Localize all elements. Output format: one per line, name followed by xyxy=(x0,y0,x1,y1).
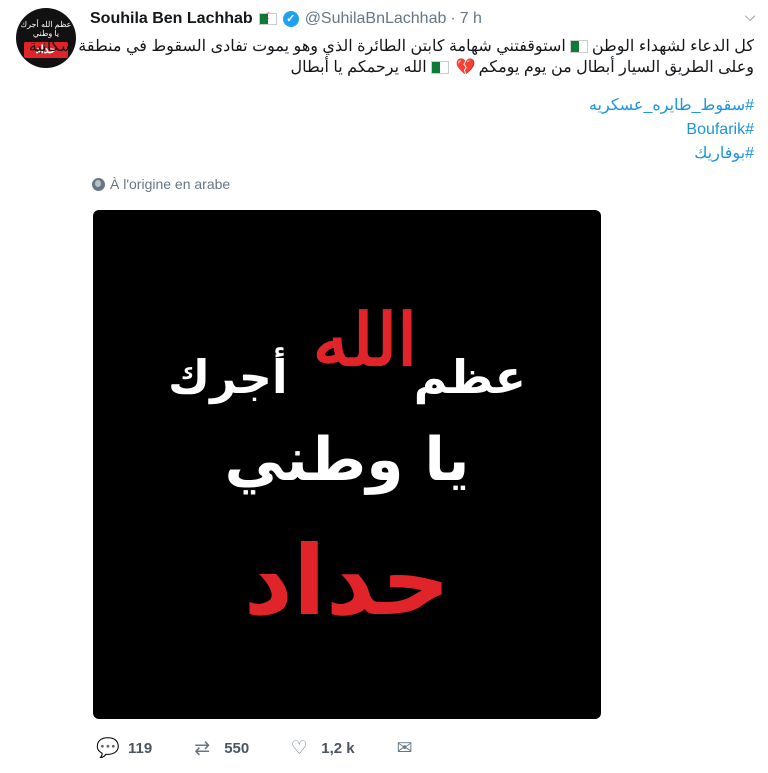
algeria-flag-icon xyxy=(430,61,449,75)
image-line-3: حداد xyxy=(243,525,451,637)
tweet-line-1: كل الدعاء لشهداء الوطناستوقفتني شهامة كا… xyxy=(28,38,754,55)
like-button[interactable]: ♡ 1,2 k xyxy=(289,737,355,760)
like-count: 1,2 k xyxy=(321,739,355,757)
reply-icon: 💬 xyxy=(96,738,120,759)
reply-button[interactable]: 💬 119 xyxy=(96,736,152,760)
retweet-icon: ⇄ xyxy=(194,737,211,759)
tweet-actions: 💬 119 ⇄ 550 ♡ 1,2 k ✉ xyxy=(96,736,467,760)
heart-icon: ♡ xyxy=(290,737,308,759)
timestamp[interactable]: 7 h xyxy=(460,10,482,28)
tweet-header: Souhila Ben Lachhab ✓ @SuhilaBnLachhab ·… xyxy=(90,8,482,30)
separator: · xyxy=(450,10,456,27)
algeria-flag-icon xyxy=(569,40,588,54)
hashtag-list: #سقوط_طايره_عسكريه #Boufarik #بوفاريك xyxy=(589,94,754,166)
tweet-image[interactable]: عظم أجرك الله يا وطني حداد xyxy=(93,210,601,719)
image-line-2: يا وطني xyxy=(224,425,470,495)
image-word-right: أجرك xyxy=(168,350,288,404)
verified-badge-icon: ✓ xyxy=(282,11,299,27)
envelope-icon: ✉ xyxy=(396,737,413,759)
algeria-flag-icon xyxy=(258,11,277,25)
translation-label: À l'origine en arabe xyxy=(110,176,231,192)
tweet-text: كل الدعاء لشهداء الوطناستوقفتني شهامة كا… xyxy=(28,36,754,78)
reply-count: 119 xyxy=(128,739,153,757)
globe-icon xyxy=(92,177,105,191)
author-name[interactable]: Souhila Ben Lachhab xyxy=(90,10,253,28)
hashtag-link[interactable]: #Boufarik xyxy=(589,118,754,142)
retweet-button[interactable]: ⇄ 550 xyxy=(192,737,249,760)
hashtag-link[interactable]: #بوفاريك xyxy=(589,142,754,166)
author-handle[interactable]: @SuhilaBnLachhab xyxy=(305,10,447,28)
tweet-line-2: وعلى الطريق السيار أبطال من يوم يومكم💔ال… xyxy=(290,59,754,76)
image-word-left: عظم xyxy=(413,350,527,404)
direct-message-button[interactable]: ✉ xyxy=(395,737,427,760)
retweet-count: 550 xyxy=(224,739,250,757)
chevron-down-icon[interactable]: ⌵ xyxy=(742,8,758,24)
image-word-allah: الله xyxy=(312,297,418,382)
translation-note[interactable]: À l'origine en arabe xyxy=(92,176,230,192)
hashtag-link[interactable]: #سقوط_طايره_عسكريه xyxy=(589,94,754,118)
broken-heart-icon: 💔 xyxy=(455,59,476,76)
